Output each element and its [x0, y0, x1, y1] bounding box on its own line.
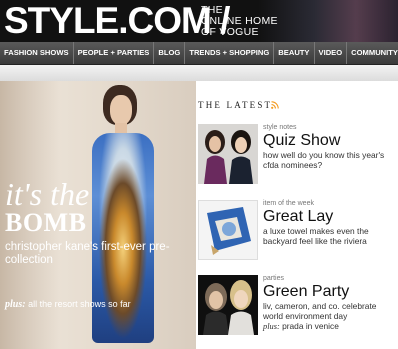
hero-plus-link[interactable]: plus: all the resort shows so far — [5, 299, 131, 310]
model-dress — [92, 133, 154, 343]
green-party-thumbnail[interactable] — [198, 275, 258, 335]
hero-plus-text: all the resort shows so far — [28, 299, 131, 309]
latest-item[interactable]: parties Green Party liv, cameron, and co… — [198, 275, 398, 341]
item-description: liv, cameron, and co. celebrate world en… — [263, 301, 397, 332]
nav-item-video[interactable]: VIDEO — [315, 42, 348, 64]
item-category: parties — [263, 275, 285, 282]
item-title[interactable]: Quiz Show — [263, 132, 340, 150]
quiz-show-thumbnail[interactable] — [198, 124, 258, 184]
item-title[interactable]: Great Lay — [263, 208, 333, 226]
item-plus-label: plus: — [263, 322, 280, 331]
item-category: item of the week — [263, 200, 314, 207]
item-category: style notes — [263, 124, 297, 131]
nav-item-trends-shopping[interactable]: TRENDS + SHOPPING — [185, 42, 275, 64]
hero-subtitle[interactable]: christopher kane's first-ever pre-collec… — [5, 241, 196, 267]
tagline-line3: OF VOGUE — [201, 26, 259, 38]
site-logo[interactable]: STYLE.COM / — [4, 0, 230, 42]
nav-item-fashion-shows[interactable]: FASHION SHOWS — [0, 42, 74, 64]
hero-title-line1[interactable]: it's the — [5, 178, 89, 210]
item-description: a luxe towel makes even the backyard fee… — [263, 226, 369, 246]
item-title[interactable]: Green Party — [263, 283, 349, 301]
item-description: how well do you know this year's cfda no… — [263, 150, 385, 170]
nav-item-beauty[interactable]: BEAUTY — [274, 42, 315, 64]
site-header: STYLE.COM / THE ONLINE HOME OF VOGUE — [0, 0, 398, 42]
nav-item-community[interactable]: COMMUNITY — [347, 42, 398, 64]
hero-feature[interactable]: it's the BOMB christopher kane's first-e… — [0, 81, 196, 349]
latest-heading: THE LATEST — [198, 100, 273, 110]
great-lay-thumbnail[interactable] — [198, 200, 258, 260]
item-plus-text[interactable]: prada in venice — [282, 321, 339, 331]
main-nav: FASHION SHOWS PEOPLE + PARTIES BLOG TREN… — [0, 42, 398, 65]
hero-title-line2[interactable]: BOMB — [5, 209, 86, 237]
hero-plus-label: plus: — [5, 299, 26, 310]
rss-icon[interactable] — [271, 101, 279, 109]
sub-nav-bar — [0, 65, 398, 81]
site-tagline: THE ONLINE HOME OF VOGUE — [201, 5, 278, 38]
nav-item-blog[interactable]: BLOG — [154, 42, 186, 64]
nav-item-people-parties[interactable]: PEOPLE + PARTIES — [74, 42, 155, 64]
header-banner-image — [258, 0, 398, 42]
latest-item[interactable]: item of the week Great Lay a luxe towel … — [198, 200, 398, 264]
model-face — [110, 95, 132, 125]
latest-item[interactable]: style notes Quiz Show how well do you kn… — [198, 124, 398, 188]
item-description-text: liv, cameron, and co. celebrate world en… — [263, 301, 377, 321]
